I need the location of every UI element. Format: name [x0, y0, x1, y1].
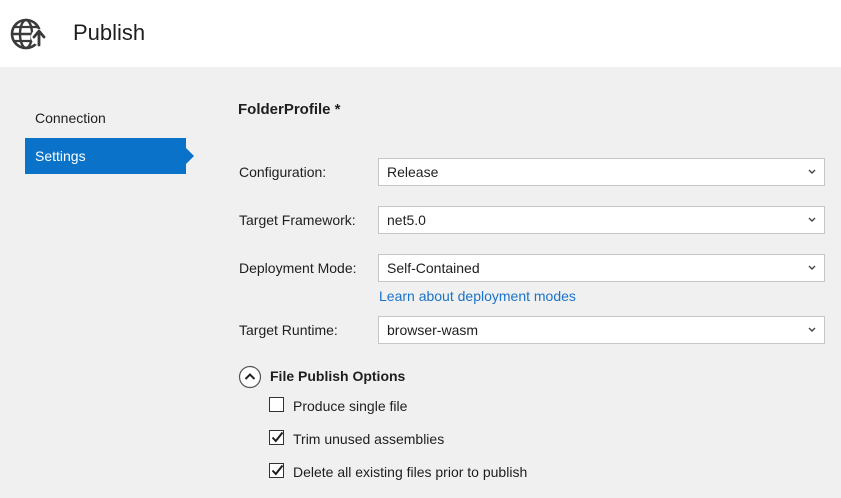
target-framework-dropdown[interactable]: net5.0: [378, 206, 825, 234]
delete-existing-files-label[interactable]: Delete all existing files prior to publi…: [293, 464, 527, 480]
sidebar-item-settings[interactable]: Settings: [25, 138, 186, 174]
chevron-up-circle-icon: [238, 365, 262, 389]
file-publish-options-title: File Publish Options: [270, 368, 406, 384]
deployment-mode-label: Deployment Mode:: [239, 260, 357, 276]
header-bar: Publish: [0, 0, 841, 67]
trim-unused-assemblies-checkbox[interactable]: [269, 430, 284, 445]
configuration-dropdown[interactable]: Release: [378, 158, 825, 186]
chevron-down-icon: [806, 159, 818, 185]
delete-existing-files-checkbox[interactable]: [269, 463, 284, 478]
globe-publish-icon: [9, 15, 49, 53]
deployment-mode-value: Self-Contained: [387, 260, 480, 276]
target-runtime-value: browser-wasm: [387, 322, 479, 338]
checkmark-icon: [271, 431, 284, 443]
checkmark-icon: [271, 464, 284, 476]
produce-single-file-label[interactable]: Produce single file: [293, 398, 407, 414]
target-framework-label: Target Framework:: [239, 212, 356, 228]
chevron-down-icon: [806, 255, 818, 281]
configuration-value: Release: [387, 164, 439, 180]
deployment-modes-link[interactable]: Learn about deployment modes: [379, 288, 576, 304]
target-runtime-dropdown[interactable]: browser-wasm: [378, 316, 825, 344]
sidebar-item-connection[interactable]: Connection: [25, 100, 186, 136]
produce-single-file-checkbox[interactable]: [269, 397, 284, 412]
page-title: Publish: [73, 20, 146, 45]
configuration-label: Configuration:: [239, 164, 327, 180]
target-framework-value: net5.0: [387, 212, 426, 228]
chevron-down-icon: [806, 207, 818, 233]
target-runtime-label: Target Runtime:: [239, 322, 338, 338]
profile-name: FolderProfile *: [238, 101, 341, 118]
selected-indicator-arrow: [186, 148, 194, 164]
deployment-mode-dropdown[interactable]: Self-Contained: [378, 254, 825, 282]
collapse-section-button[interactable]: [238, 365, 262, 389]
trim-unused-assemblies-label[interactable]: Trim unused assemblies: [293, 431, 444, 447]
chevron-down-icon: [806, 317, 818, 343]
